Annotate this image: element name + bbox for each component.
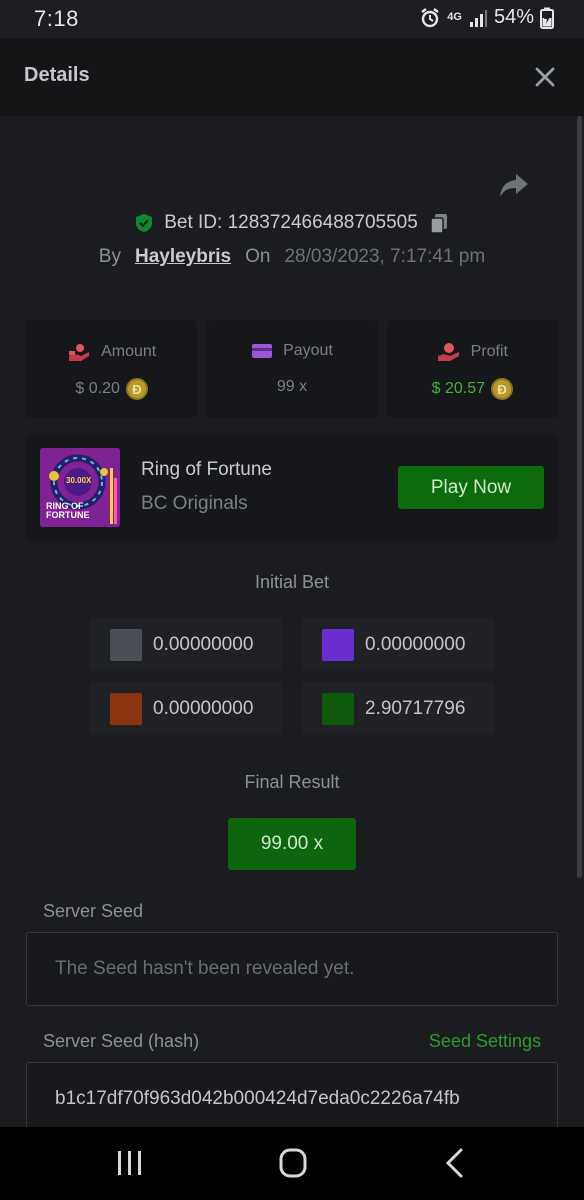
signal-icon: [468, 8, 488, 28]
color-swatch: [110, 692, 142, 725]
color-swatch: [322, 628, 354, 661]
stat-amount: Amount $ 0.20 Ð: [26, 320, 198, 418]
profit-value: $ 20.57: [431, 380, 486, 397]
game-name[interactable]: Ring of Fortune: [141, 459, 272, 481]
battery-icon: [540, 7, 554, 29]
final-result-title: Final Result: [244, 772, 340, 792]
bet-id: Bet ID: 128372466488705505: [164, 212, 418, 233]
back-icon[interactable]: [437, 1145, 477, 1181]
copy-icon[interactable]: [428, 212, 450, 234]
bet-cell-purple: 0.00000000: [302, 618, 494, 671]
status-time: 7:18: [34, 6, 79, 31]
bet-cell-value: 0.00000000: [365, 633, 466, 655]
server-seed-hash-label: Server Seed (hash): [43, 1031, 200, 1051]
system-nav-bar: [0, 1127, 584, 1200]
stat-profit: Profit $ 20.57 Ð: [386, 320, 558, 418]
game-card: 30.00X RING OF FORTUNE Ring of Fortune B…: [26, 435, 558, 541]
payout-value: 99 x: [276, 378, 308, 395]
initial-bet-title: Initial Bet: [254, 572, 330, 592]
status-bar: 7:18 4G 54%: [0, 0, 584, 38]
home-icon[interactable]: [273, 1145, 313, 1181]
recent-apps-icon[interactable]: [110, 1145, 150, 1181]
bet-date: 28/03/2023, 7:17:41 pm: [284, 246, 486, 267]
bet-id-row: Bet ID: 128372466488705505: [0, 212, 584, 234]
status-icons: 4G 54%: [419, 6, 554, 29]
battery-percent: 54%: [493, 6, 534, 28]
server-seed-hash-field[interactable]: b1c17df70f963d042b000424d7eda0c2226a74fb: [26, 1062, 558, 1127]
payout-icon: [252, 344, 273, 358]
bet-byline: By Hayleybris On 28/03/2023, 7:17:41 pm: [0, 246, 584, 268]
details-header: Details: [0, 38, 584, 116]
color-swatch: [110, 628, 142, 661]
doge-coin-icon: Ð: [491, 378, 514, 400]
thumb-multiplier: 30.00X: [66, 476, 92, 485]
by-label: By: [98, 246, 121, 267]
username-link[interactable]: Hayleybris: [135, 246, 231, 268]
alarm-icon: [419, 7, 441, 29]
payout-label: Payout: [283, 342, 333, 359]
bet-cell-value: 0.00000000: [153, 633, 254, 655]
seed-settings-link[interactable]: Seed Settings: [429, 1031, 541, 1052]
amount-label: Amount: [101, 343, 157, 360]
share-icon[interactable]: [498, 170, 530, 200]
amount-icon: [69, 344, 90, 361]
bet-cell-orange: 0.00000000: [90, 682, 282, 735]
bet-cell-grey: 0.00000000: [90, 618, 282, 671]
profit-icon: [437, 343, 459, 361]
details-content[interactable]: Bet ID: 128372466488705505 By Hayleybris…: [0, 116, 584, 1127]
game-thumbnail[interactable]: 30.00X RING OF FORTUNE: [40, 448, 120, 527]
network-label: 4G: [447, 11, 462, 23]
on-label: On: [245, 246, 271, 267]
server-seed-field[interactable]: The Seed hasn't been revealed yet.: [26, 932, 558, 1006]
doge-coin-icon: Ð: [125, 378, 148, 400]
server-seed-label: Server Seed: [43, 901, 144, 921]
bet-cell-value: 2.90717796: [365, 697, 466, 719]
stat-payout: Payout 99 x: [206, 320, 378, 418]
color-swatch: [322, 692, 354, 725]
shield-check-icon: [136, 214, 153, 232]
thumb-title-2: FORTUNE: [46, 510, 90, 520]
bet-cell-green: 2.90717796: [302, 682, 494, 735]
play-now-button[interactable]: Play Now: [398, 466, 544, 509]
amount-value: $ 0.20: [75, 380, 120, 397]
game-provider: BC Originals: [141, 493, 248, 514]
screen: 7:18 4G 54% Details Bet ID: 128372466488…: [0, 0, 584, 1200]
bet-stats: Amount $ 0.20 Ð Payout 99 x Profit $ 20.…: [26, 320, 558, 418]
bet-cell-value: 0.00000000: [153, 697, 254, 719]
profit-label: Profit: [470, 343, 508, 360]
final-result-badge: 99.00 x: [228, 818, 356, 870]
close-icon[interactable]: [534, 66, 556, 88]
page-title: Details: [24, 64, 90, 86]
